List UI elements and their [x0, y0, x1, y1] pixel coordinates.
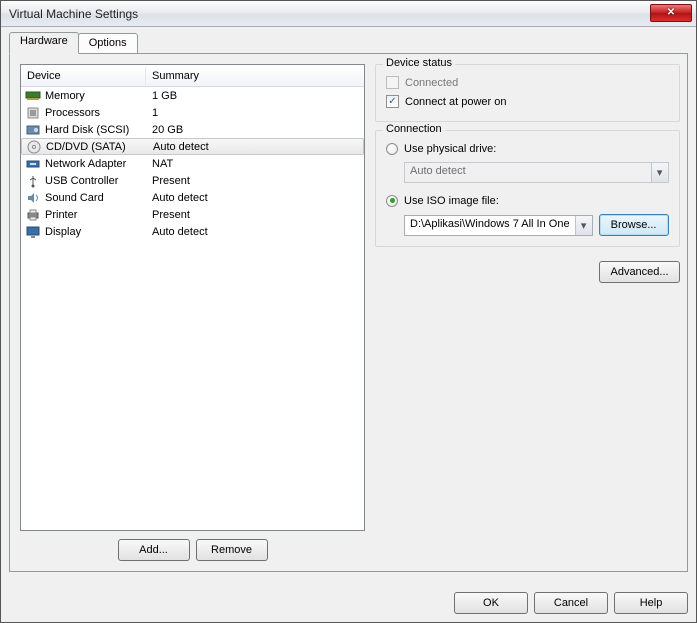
dialog-buttons: OK Cancel Help [454, 592, 688, 614]
left-column: Device Summary Memory 1 GB Processors 1 Hard… [20, 64, 365, 561]
titlebar[interactable]: Virtual Machine Settings ✕ [1, 1, 696, 27]
usb-icon [25, 174, 41, 188]
connected-label: Connected [405, 77, 458, 89]
device-list-header[interactable]: Device Summary [21, 65, 364, 87]
close-button[interactable]: ✕ [650, 4, 692, 22]
tabstrip: Hardware Options [9, 33, 688, 54]
ok-button[interactable]: OK [454, 592, 528, 614]
device-summary: NAT [146, 158, 364, 170]
device-name: Processors [45, 107, 100, 119]
device-name: Display [45, 226, 81, 238]
device-row-display[interactable]: Display Auto detect [21, 223, 364, 240]
sound-icon [25, 191, 41, 205]
tabpanel-hardware: Device Summary Memory 1 GB Processors 1 Hard… [9, 53, 688, 572]
use-iso-label: Use ISO image file: [404, 195, 499, 207]
chevron-down-icon[interactable]: ▾ [575, 216, 592, 235]
device-list[interactable]: Device Summary Memory 1 GB Processors 1 Hard… [20, 64, 365, 531]
tab-options[interactable]: Options [78, 33, 138, 54]
cancel-button[interactable]: Cancel [534, 592, 608, 614]
device-status-legend: Device status [383, 57, 455, 69]
device-status-group: Device status Connected ✓ Connect at pow… [375, 64, 680, 122]
use-physical-row[interactable]: Use physical drive: [386, 139, 669, 158]
client-area: Hardware Options Device Summary Memory 1 … [9, 33, 688, 614]
chevron-down-icon: ▾ [651, 163, 668, 182]
net-icon [25, 157, 41, 171]
connected-checkbox [386, 76, 399, 89]
device-summary: Present [146, 175, 364, 187]
device-row-sound[interactable]: Sound Card Auto detect [21, 189, 364, 206]
device-name: Memory [45, 90, 85, 102]
device-row-cd[interactable]: CD/DVD (SATA) Auto detect [21, 138, 364, 155]
remove-button[interactable]: Remove [196, 539, 268, 561]
device-row-printer[interactable]: Printer Present [21, 206, 364, 223]
header-device[interactable]: Device [21, 67, 146, 85]
vm-settings-window: Virtual Machine Settings ✕ Hardware Opti… [0, 0, 697, 623]
header-summary[interactable]: Summary [146, 67, 364, 85]
connection-legend: Connection [383, 123, 445, 135]
device-summary: Auto detect [147, 141, 363, 153]
display-icon [25, 225, 41, 239]
right-column: Device status Connected ✓ Connect at pow… [375, 64, 680, 561]
browse-button[interactable]: Browse... [599, 214, 669, 236]
device-row-memory[interactable]: Memory 1 GB [21, 87, 364, 104]
window-title: Virtual Machine Settings [9, 7, 650, 21]
printer-icon [25, 208, 41, 222]
device-name: Hard Disk (SCSI) [45, 124, 129, 136]
use-physical-radio[interactable] [386, 143, 398, 155]
device-summary: 20 GB [146, 124, 364, 136]
cd-icon [26, 140, 42, 154]
add-button[interactable]: Add... [118, 539, 190, 561]
connected-row: Connected [386, 73, 669, 92]
physical-drive-value: Auto detect [405, 163, 651, 182]
device-name: Printer [45, 209, 77, 221]
iso-row: D:\Aplikasi\Windows 7 All In One ▾ Brows… [404, 214, 669, 236]
power-on-checkbox[interactable]: ✓ [386, 95, 399, 108]
use-iso-row[interactable]: Use ISO image file: [386, 191, 669, 210]
connection-group: Connection Use physical drive: Auto dete… [375, 130, 680, 247]
device-row-cpu[interactable]: Processors 1 [21, 104, 364, 121]
device-row-usb[interactable]: USB Controller Present [21, 172, 364, 189]
device-summary: 1 GB [146, 90, 364, 102]
memory-icon [25, 89, 41, 103]
device-row-hdd[interactable]: Hard Disk (SCSI) 20 GB [21, 121, 364, 138]
device-name: Network Adapter [45, 158, 126, 170]
device-name: USB Controller [45, 175, 118, 187]
device-summary: Present [146, 209, 364, 221]
iso-value: D:\Aplikasi\Windows 7 All In One [405, 216, 575, 235]
device-name: CD/DVD (SATA) [46, 141, 126, 153]
device-summary: 1 [146, 107, 364, 119]
device-summary: Auto detect [146, 226, 364, 238]
hdd-icon [25, 123, 41, 137]
device-row-net[interactable]: Network Adapter NAT [21, 155, 364, 172]
close-icon: ✕ [667, 8, 675, 18]
tab-hardware[interactable]: Hardware [9, 32, 79, 54]
power-on-row[interactable]: ✓ Connect at power on [386, 92, 669, 111]
device-summary: Auto detect [146, 192, 364, 204]
use-physical-label: Use physical drive: [404, 143, 496, 155]
iso-combo[interactable]: D:\Aplikasi\Windows 7 All In One ▾ [404, 215, 593, 236]
advanced-row: Advanced... [375, 261, 680, 283]
advanced-button[interactable]: Advanced... [599, 261, 679, 283]
physical-drive-indent: Auto detect ▾ [404, 162, 669, 183]
device-name: Sound Card [45, 192, 104, 204]
power-on-label: Connect at power on [405, 96, 507, 108]
help-button[interactable]: Help [614, 592, 688, 614]
device-buttons: Add... Remove [20, 531, 365, 561]
physical-drive-combo: Auto detect ▾ [404, 162, 669, 183]
use-iso-radio[interactable] [386, 195, 398, 207]
cpu-icon [25, 106, 41, 120]
